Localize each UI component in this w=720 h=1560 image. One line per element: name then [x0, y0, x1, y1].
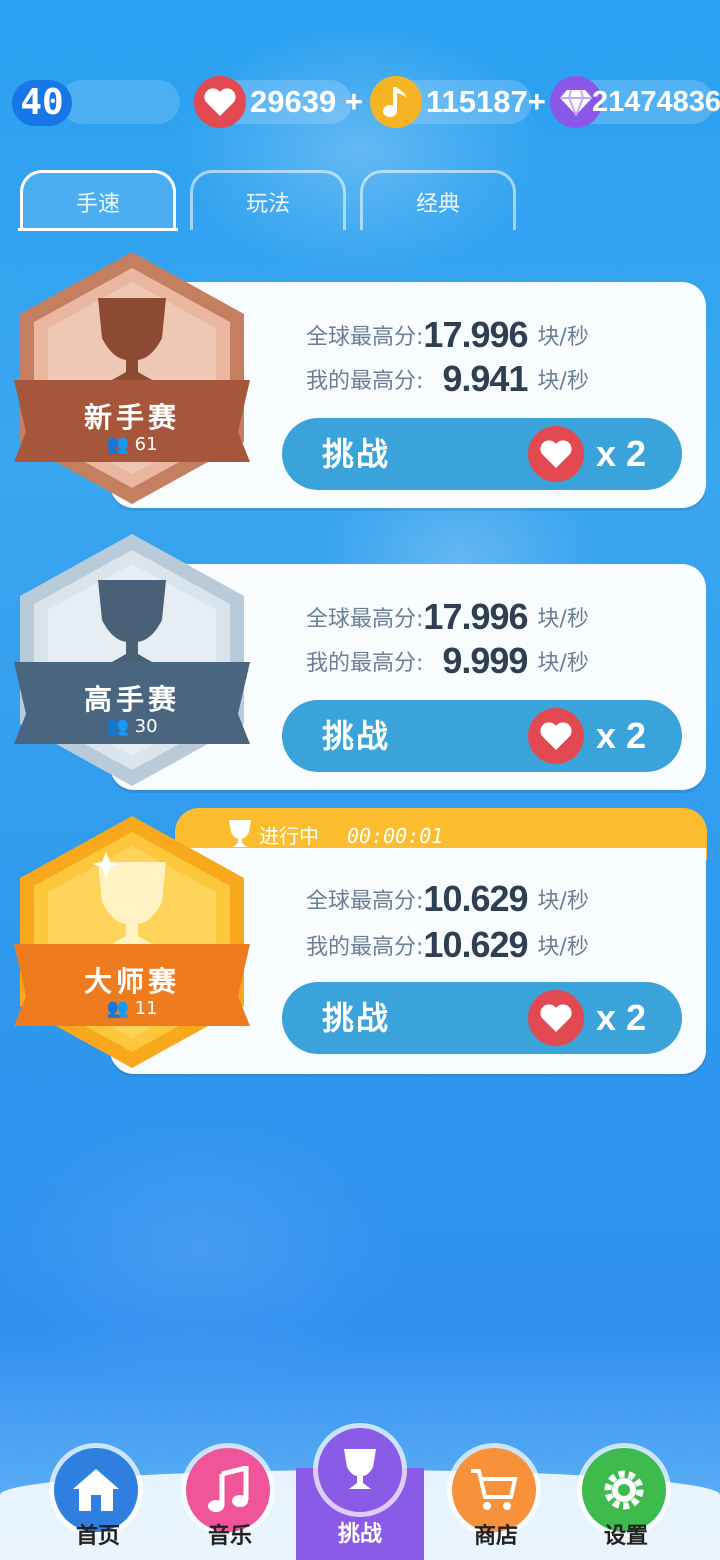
player-count: 👥 61 [106, 434, 158, 455]
global-best-value: 10.629 [423, 878, 528, 919]
player-level-badge[interactable]: 40 [12, 80, 72, 126]
global-best-row: 全球最高分:17.996 块/秒 [306, 596, 589, 637]
global-best-value: 17.996 [423, 596, 528, 637]
heart-icon [528, 426, 584, 482]
nav-label: 音乐 [207, 1524, 252, 1549]
hearts-counter[interactable]: 29639 + [194, 76, 363, 128]
notes-counter[interactable]: 115187+ [370, 76, 546, 128]
master-contest-badge[interactable]: 大师赛 👥 11 [12, 812, 252, 1082]
tab-gameplay[interactable]: 玩法 [190, 170, 346, 230]
tab-classic[interactable]: 经典 [360, 170, 516, 230]
contest-name: 新手赛 [83, 401, 180, 434]
silver-hexagon [14, 534, 250, 786]
player-count: 👥 11 [106, 998, 158, 1019]
heart-cost: x 2 [596, 997, 647, 1038]
notes-value: 115187+ [426, 84, 546, 119]
nav-label: 设置 [603, 1524, 648, 1549]
nav-challenge[interactable]: 挑战 [296, 1428, 424, 1560]
contest-name: 高手赛 [83, 683, 180, 716]
my-best-row: 我的最高分:10.629 块/秒 [306, 924, 589, 965]
hearts-value: 29639 + [250, 84, 363, 119]
active-tab-underline [18, 228, 178, 231]
global-best-row: 全球最高分:10.629 块/秒 [306, 878, 589, 919]
nav-home[interactable]: 首页 [38, 1436, 158, 1560]
my-best-value: 9.999 [442, 640, 528, 681]
nav-label: 挑战 [337, 1522, 382, 1547]
nav-music[interactable]: 音乐 [170, 1436, 290, 1560]
gems-value: 2147483647 [592, 86, 720, 118]
my-best-row: 我的最高分: 9.999 块/秒 [306, 640, 589, 681]
gold-hexagon [14, 816, 250, 1068]
expert-contest-badge[interactable]: 高手赛 👥 30 [12, 530, 252, 800]
gems-counter[interactable]: 2147483647 [550, 76, 720, 128]
nav-label: 首页 [75, 1524, 120, 1549]
global-best-value: 17.996 [423, 314, 528, 355]
challenge-button[interactable]: 挑战 x 2 [282, 700, 682, 772]
novice-contest-badge[interactable]: 新手赛 👥 61 [12, 248, 252, 518]
challenge-button[interactable]: 挑战 x 2 [282, 982, 682, 1054]
nav-shop[interactable]: 商店 [436, 1436, 556, 1560]
contest-name: 大师赛 [83, 965, 180, 998]
heart-cost: x 2 [596, 715, 647, 756]
nav-settings[interactable]: 设置 [566, 1436, 686, 1560]
heart-cost: x 2 [596, 433, 647, 474]
trophy-icon [318, 1428, 402, 1512]
heart-icon [194, 76, 246, 128]
my-best-value: 10.629 [423, 924, 528, 965]
music-note-icon [370, 76, 422, 128]
level-pill [60, 80, 180, 124]
heart-icon [528, 708, 584, 764]
bronze-hexagon [14, 252, 250, 504]
people-icon: 👥 [106, 716, 129, 737]
people-icon: 👥 [106, 434, 129, 455]
my-best-value: 9.941 [442, 358, 528, 399]
global-best-row: 全球最高分:17.996 块/秒 [306, 314, 589, 355]
tab-speed[interactable]: 手速 [20, 170, 176, 230]
people-icon: 👥 [106, 998, 129, 1019]
my-best-row: 我的最高分: 9.941 块/秒 [306, 358, 589, 399]
nav-label: 商店 [473, 1524, 518, 1549]
player-count: 👥 30 [106, 716, 158, 737]
heart-icon [528, 990, 584, 1046]
challenge-button[interactable]: 挑战 x 2 [282, 418, 682, 490]
